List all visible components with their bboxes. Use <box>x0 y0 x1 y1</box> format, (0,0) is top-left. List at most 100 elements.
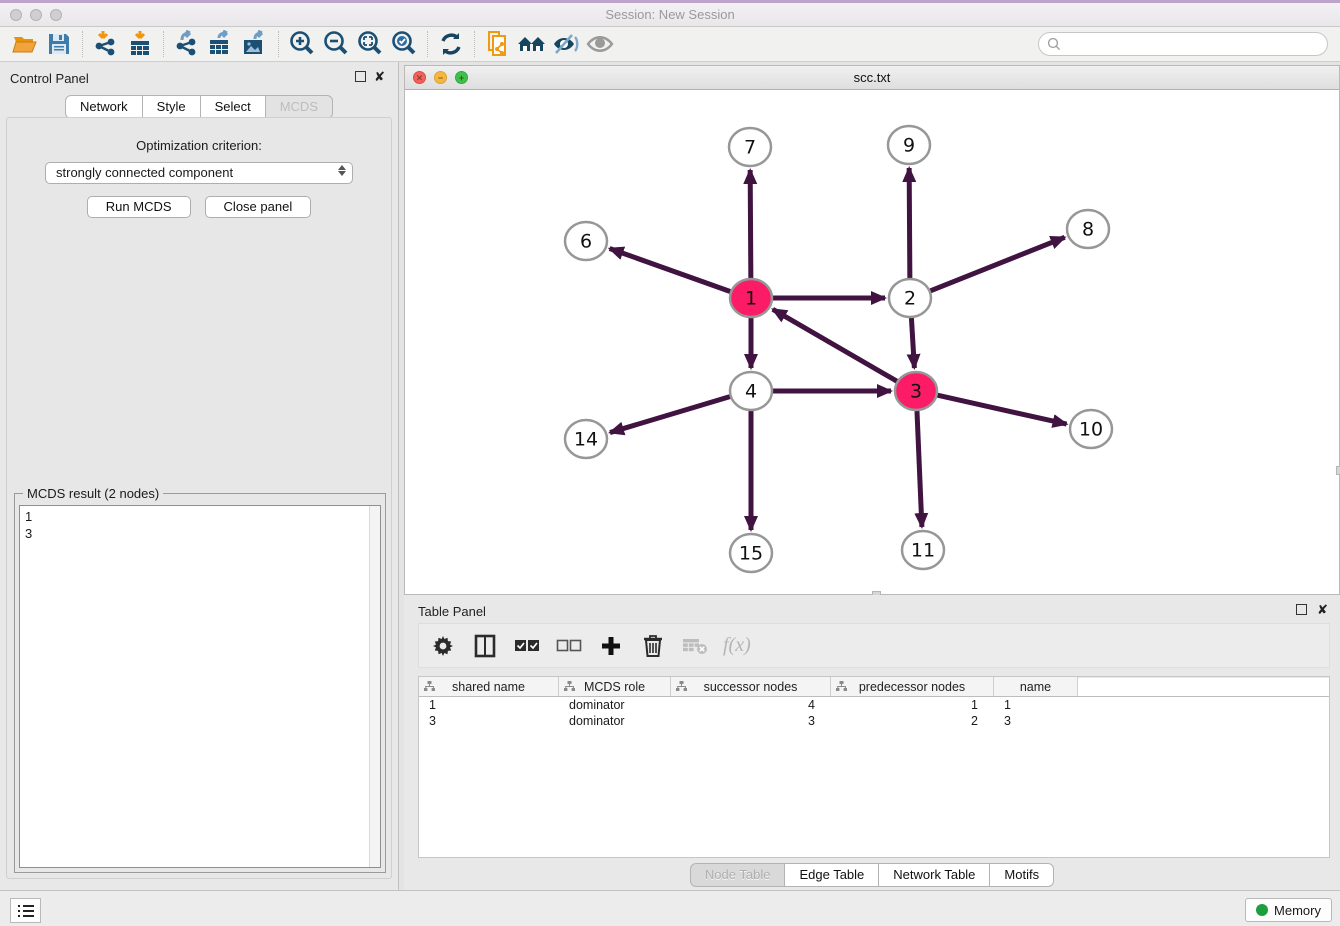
edge-1-7[interactable] <box>750 170 751 278</box>
float-panel-icon[interactable] <box>355 71 366 82</box>
task-history-button[interactable] <box>10 898 41 923</box>
refresh-icon[interactable] <box>434 29 468 59</box>
tab-style[interactable]: Style <box>143 95 201 119</box>
node-7[interactable]: 7 <box>729 128 771 166</box>
node-4[interactable]: 4 <box>730 372 772 410</box>
tab-select[interactable]: Select <box>201 95 266 119</box>
memory-button[interactable]: Memory <box>1245 898 1332 922</box>
table-cell[interactable]: 1 <box>831 697 994 713</box>
search-input[interactable] <box>1038 32 1328 56</box>
node-9[interactable]: 9 <box>888 126 930 164</box>
status-bar: Memory <box>0 890 1340 926</box>
zoom-fit-icon[interactable] <box>353 29 387 59</box>
zoom-in-icon[interactable] <box>285 29 319 59</box>
edge-3-10[interactable] <box>937 395 1066 424</box>
control-panel-title: Control Panel <box>10 71 89 86</box>
node-3[interactable]: 3 <box>895 372 937 410</box>
node-table-header: shared nameMCDS rolesuccessor nodesprede… <box>419 677 1329 697</box>
table-row[interactable]: 1dominator411 <box>419 697 1329 713</box>
node-1[interactable]: 1 <box>730 279 772 317</box>
delete-icon[interactable] <box>639 632 667 660</box>
node-2[interactable]: 2 <box>889 279 931 317</box>
node-label: 7 <box>744 137 756 159</box>
tab-mcds[interactable]: MCDS <box>266 95 333 119</box>
node-label: 15 <box>739 543 763 565</box>
table-cell[interactable]: 3 <box>671 713 831 729</box>
result-scrollbar[interactable] <box>369 506 380 867</box>
table-cell[interactable]: 1 <box>419 697 559 713</box>
select-all-checkboxes-icon[interactable] <box>513 632 541 660</box>
node-6[interactable]: 6 <box>565 222 607 260</box>
node-8[interactable]: 8 <box>1067 210 1109 248</box>
close-panel-icon[interactable]: ✘ <box>374 69 385 85</box>
tab-network-table[interactable]: Network Table <box>879 863 990 887</box>
optimization-criterion-label: Optimization criterion: <box>7 138 391 153</box>
close-table-panel-icon[interactable]: ✘ <box>1317 602 1328 618</box>
optimization-criterion-select[interactable]: strongly connected component <box>45 162 353 184</box>
table-cell[interactable]: 3 <box>994 713 1078 729</box>
memory-label: Memory <box>1274 903 1321 918</box>
vertical-splitter-handle[interactable] <box>1336 466 1340 475</box>
close-panel-button[interactable]: Close panel <box>205 196 312 218</box>
column-header-shared-name[interactable]: shared name <box>419 677 559 696</box>
table-cell[interactable]: 1 <box>994 697 1078 713</box>
edge-2-3[interactable] <box>911 318 914 368</box>
home-icon[interactable] <box>515 29 549 59</box>
node-table-body: 1dominator4113dominator323 <box>419 697 1329 729</box>
node-label: 2 <box>904 288 916 310</box>
node-14[interactable]: 14 <box>565 420 607 458</box>
column-header-name[interactable]: name <box>994 677 1078 696</box>
show-eye-icon[interactable] <box>583 29 617 59</box>
tab-edge-table[interactable]: Edge Table <box>785 863 879 887</box>
edge-1-6[interactable] <box>610 249 731 292</box>
function-builder-icon[interactable]: f(x) <box>723 634 751 657</box>
column-header-MCDS-role[interactable]: MCDS role <box>559 677 671 696</box>
import-network-icon[interactable] <box>89 29 123 59</box>
node-11[interactable]: 11 <box>902 531 944 569</box>
list-icon <box>17 904 35 918</box>
node-10[interactable]: 10 <box>1070 410 1112 448</box>
zoom-selected-icon[interactable] <box>387 29 421 59</box>
table-cell[interactable]: dominator <box>559 713 671 729</box>
edge-4-14[interactable] <box>610 397 730 433</box>
node-label: 8 <box>1082 219 1094 241</box>
edge-2-8[interactable] <box>931 237 1065 290</box>
table-cell[interactable]: 4 <box>671 697 831 713</box>
export-image-icon[interactable] <box>238 29 272 59</box>
edge-3-1[interactable] <box>773 309 897 381</box>
run-mcds-button[interactable]: Run MCDS <box>87 196 191 218</box>
hide-panel-eye-icon[interactable] <box>549 29 583 59</box>
edge-3-11[interactable] <box>917 411 922 527</box>
import-table-icon[interactable] <box>123 29 157 59</box>
node-label: 3 <box>910 381 922 403</box>
table-cell[interactable]: 3 <box>419 713 559 729</box>
column-header-successor-nodes[interactable]: successor nodes <box>671 677 831 696</box>
table-cell[interactable]: 2 <box>831 713 994 729</box>
table-row[interactable]: 3dominator323 <box>419 713 1329 729</box>
zoom-out-icon[interactable] <box>319 29 353 59</box>
column-header-predecessor-nodes[interactable]: predecessor nodes <box>831 677 994 696</box>
add-column-icon[interactable] <box>597 632 625 660</box>
columns-icon[interactable] <box>471 632 499 660</box>
settings-gear-icon[interactable] <box>429 632 457 660</box>
edge-2-9[interactable] <box>909 168 910 278</box>
node-label: 14 <box>574 429 598 451</box>
tab-node-table[interactable]: Node Table <box>690 863 786 887</box>
open-file-icon[interactable] <box>8 29 42 59</box>
delete-table-icon[interactable] <box>681 632 709 660</box>
toolbar-separator <box>82 31 83 57</box>
window-title: Session: New Session <box>0 7 1340 22</box>
float-table-panel-icon[interactable] <box>1296 604 1307 615</box>
export-network-icon[interactable] <box>170 29 204 59</box>
mcds-result-title: MCDS result (2 nodes) <box>23 486 163 501</box>
tab-motifs[interactable]: Motifs <box>990 863 1054 887</box>
deselect-checkboxes-icon[interactable] <box>555 632 583 660</box>
new-network-icon[interactable] <box>481 29 515 59</box>
tab-network[interactable]: Network <box>65 95 143 119</box>
table-cell[interactable]: dominator <box>559 697 671 713</box>
save-session-icon[interactable] <box>42 29 76 59</box>
network-canvas[interactable]: 1 2 3 4 6 7 8 9 10 11 14 15 <box>405 90 1339 593</box>
export-table-icon[interactable] <box>204 29 238 59</box>
node-15[interactable]: 15 <box>730 534 772 572</box>
network-window-titlebar[interactable]: ✕ − + scc.txt <box>405 66 1339 90</box>
